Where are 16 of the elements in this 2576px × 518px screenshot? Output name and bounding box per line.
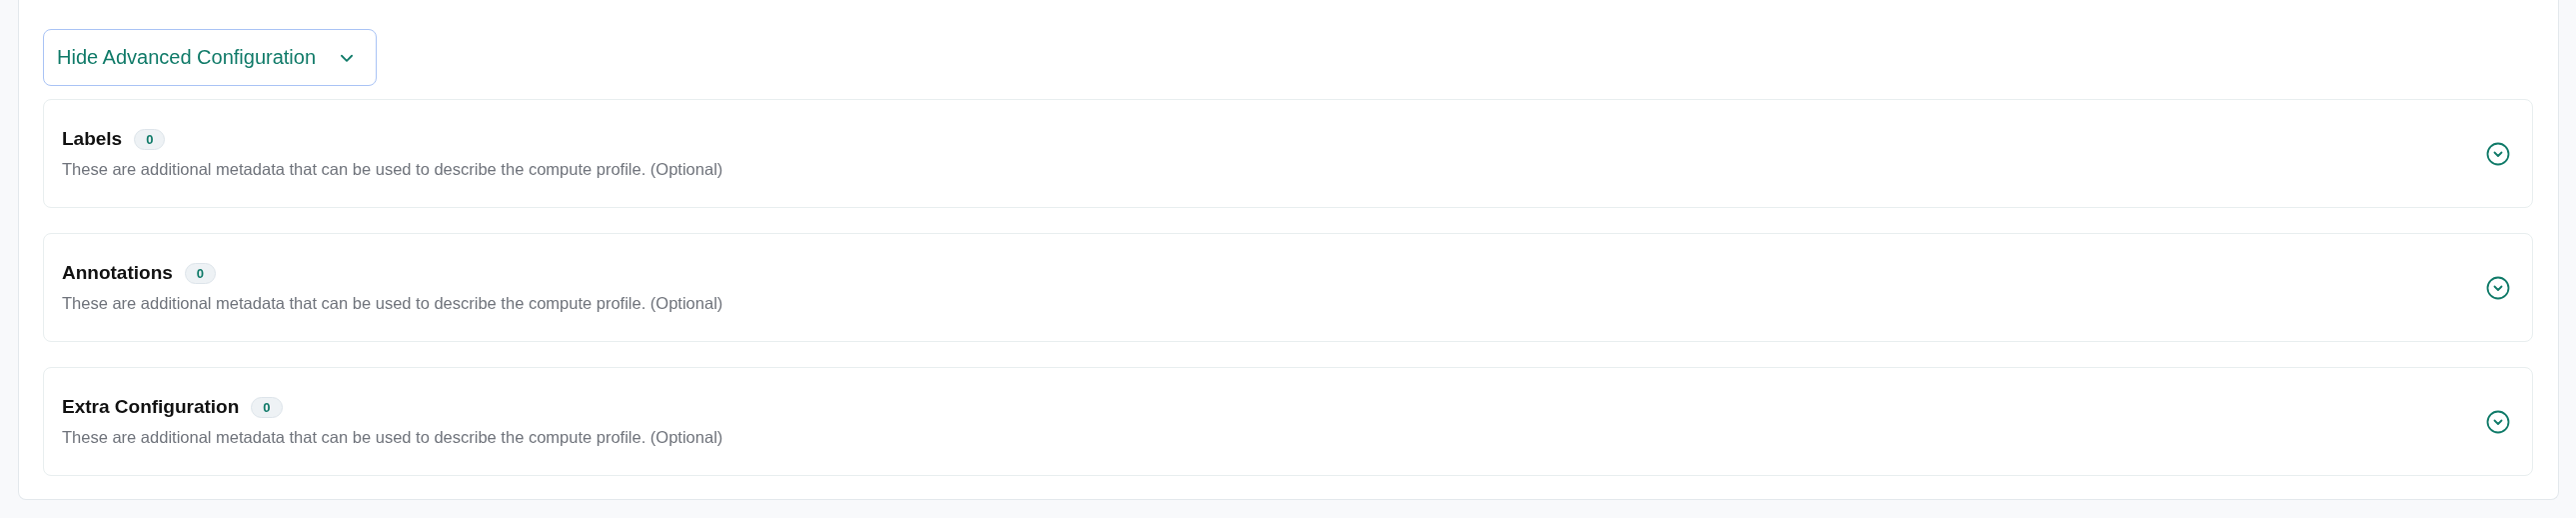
section-title: Labels <box>62 128 123 150</box>
section-description: These are additional metadata that can be used to describe the compute profile. (Optional) <box>62 428 724 447</box>
section-title: Extra Configuration <box>62 396 240 418</box>
expand-icon[interactable] <box>2486 141 2510 166</box>
expand-icon[interactable] <box>2486 275 2510 300</box>
section-card[interactable]: Labels 0 These are additional metadata that can be used to describe the compute profile. (Optional) <box>43 99 2533 208</box>
count-badge: 0 <box>184 262 217 284</box>
hide-advanced-button[interactable]: Hide Advanced Configuration <box>43 29 378 86</box>
section-card[interactable]: Annotations 0 These are additional metadata that can be used to describe the compute profile. (Optional) <box>43 233 2533 342</box>
expand-icon[interactable] <box>2486 409 2510 434</box>
count-badge: 0 <box>251 396 283 418</box>
section-description: These are additional metadata that can be used to describe the compute profile. (Optional) <box>62 294 724 313</box>
count-badge: 0 <box>134 128 166 150</box>
section-card[interactable]: Extra Configuration 0 These are additional metadata that can be used to describe the compute profile. (Optional) <box>43 367 2533 476</box>
section-title: Annotations <box>62 262 173 284</box>
section-description: These are additional metadata that can be used to describe the compute profile. (Optional) <box>62 160 724 179</box>
